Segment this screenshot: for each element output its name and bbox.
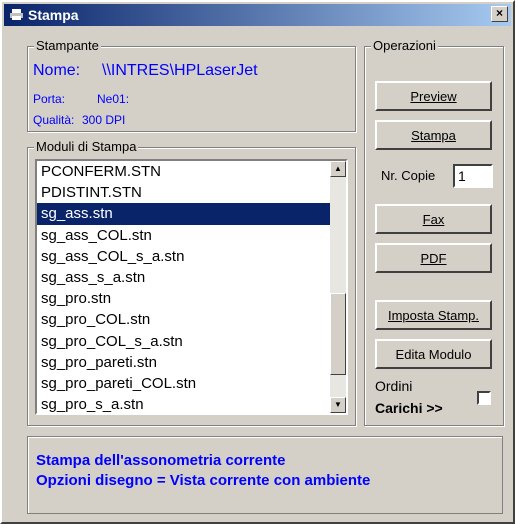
operazioni-legend: Operazioni bbox=[371, 38, 438, 53]
close-icon: × bbox=[495, 6, 503, 20]
stampa-button[interactable]: Stampa bbox=[375, 120, 492, 150]
imposta-stampante-button[interactable]: Imposta Stamp. bbox=[375, 300, 492, 330]
porta-label: Porta: bbox=[33, 92, 66, 106]
arrow-up-icon: ▲ bbox=[334, 164, 342, 173]
qualita-value: 300 DPI bbox=[82, 113, 126, 127]
list-item[interactable]: sg_pro_pareti_COL.stn bbox=[37, 373, 346, 394]
scroll-up-button[interactable]: ▲ bbox=[330, 161, 346, 177]
window-title: Stampa bbox=[28, 7, 79, 23]
edita-label: Edita Modulo bbox=[395, 346, 472, 362]
copie-input[interactable]: 1 bbox=[453, 164, 493, 188]
list-item[interactable]: PCONFERM.STN bbox=[37, 161, 346, 182]
list-item[interactable]: sg_ass_COL_s_a.stn bbox=[37, 246, 346, 267]
nome-label: Nome: bbox=[33, 62, 81, 79]
list-item[interactable]: sg_ass_COL.stn bbox=[37, 225, 346, 246]
moduli-listbox[interactable]: PCONFERM.STN PDISTINT.STN sg_ass.stn sg_ass… bbox=[35, 159, 348, 415]
arrow-down-icon: ▼ bbox=[334, 400, 342, 409]
stampa-label: Stampa bbox=[411, 127, 456, 143]
fax-label: Fax bbox=[422, 211, 445, 227]
list-item[interactable]: sg_ass.stn bbox=[37, 203, 346, 225]
pdf-label: PDF bbox=[420, 250, 447, 266]
stampante-group: Stampante Nome: \\INTRES\HPLaserJet Port… bbox=[27, 38, 356, 132]
preview-button[interactable]: Preview bbox=[375, 81, 492, 111]
ordini-carichi-checkbox[interactable] bbox=[477, 391, 491, 405]
close-button[interactable]: × bbox=[491, 6, 508, 22]
list-item[interactable]: sg_pro_COL_s_a.stn bbox=[37, 331, 346, 352]
list-item[interactable]: sg_ass_s_a.stn bbox=[37, 267, 346, 288]
list-item[interactable]: sg_pro_pareti.stn bbox=[37, 352, 346, 373]
list-item[interactable]: sg_pro_COL.stn bbox=[37, 309, 346, 330]
list-item[interactable]: sg_pro.stn bbox=[37, 288, 346, 309]
qualita-label: Qualità: bbox=[33, 113, 75, 127]
copie-value: 1 bbox=[458, 168, 466, 184]
list-item[interactable]: PDISTINT.STN bbox=[37, 182, 346, 203]
moduli-list: PCONFERM.STN PDISTINT.STN sg_ass.stn sg_ass… bbox=[37, 161, 346, 413]
ordini-label: Ordini bbox=[375, 378, 413, 394]
printer-icon bbox=[10, 9, 23, 20]
preview-label: Preview bbox=[410, 88, 457, 104]
list-item[interactable]: sg_pro_s_a.stn bbox=[37, 394, 346, 413]
imposta-label: Imposta Stamp. bbox=[387, 307, 480, 323]
list-scrollbar[interactable]: ▲ ▼ bbox=[330, 161, 346, 413]
scroll-thumb[interactable] bbox=[330, 293, 346, 375]
pdf-button[interactable]: PDF bbox=[375, 243, 492, 273]
status-panel: Stampa dell'assonometria corrente Opzion… bbox=[27, 436, 503, 514]
scroll-down-button[interactable]: ▼ bbox=[330, 397, 346, 413]
stampante-legend: Stampante bbox=[34, 38, 101, 53]
status-line-1: Stampa dell'assonometria corrente bbox=[36, 452, 286, 469]
print-dialog: Stampa × Stampante Nome: \\INTRES\HPLase… bbox=[0, 0, 515, 524]
porta-value: Ne01: bbox=[97, 92, 130, 106]
edita-modulo-button[interactable]: Edita Modulo bbox=[375, 339, 492, 369]
copie-label: Nr. Copie bbox=[381, 168, 436, 183]
nome-value: \\INTRES\HPLaserJet bbox=[102, 62, 258, 79]
moduli-legend: Moduli di Stampa bbox=[34, 139, 139, 154]
carichi-label: Carichi >> bbox=[375, 400, 443, 416]
title-bar: Stampa × bbox=[4, 4, 511, 26]
fax-button[interactable]: Fax bbox=[375, 204, 492, 234]
status-line-2: Opzioni disegno = Vista corrente con amb… bbox=[36, 472, 371, 489]
